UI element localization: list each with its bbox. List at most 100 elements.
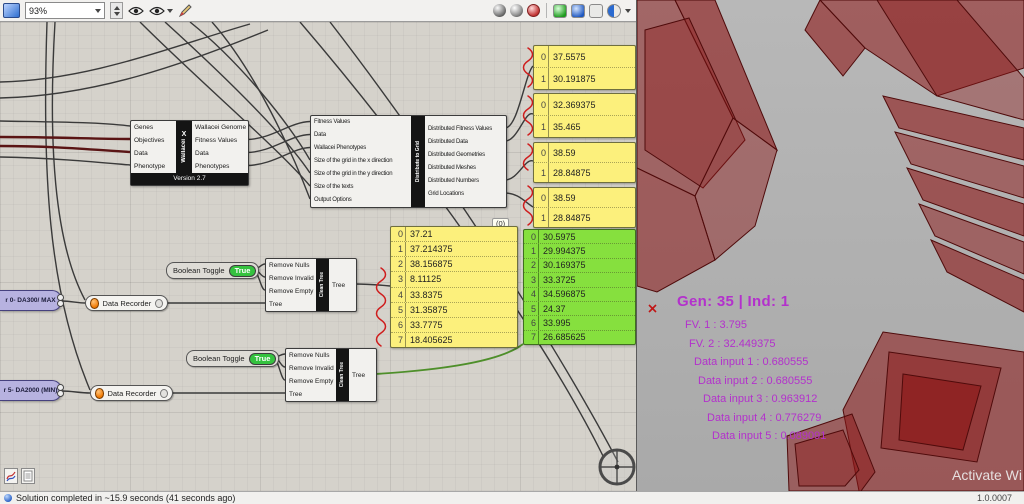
panel-fitness-2[interactable]: 0 32.369375 1 35.465	[533, 93, 636, 138]
clean-tree-title-bar: Clean Tree	[316, 259, 329, 311]
distribute-to-grid-component[interactable]: Fitness Values Data Wallacei Phenotypes Siz…	[310, 115, 507, 208]
boolean-toggle[interactable]: Boolean Toggle True	[166, 262, 260, 279]
sketch-pencil-icon[interactable]	[178, 3, 192, 19]
row-index: 4	[391, 287, 406, 302]
row-value: 33.7775	[410, 319, 443, 330]
row-index: 0	[534, 188, 549, 207]
row-index: 6	[391, 317, 406, 332]
stat-lines: FV. 1 : 3.795 FV. 2 : 32.449375 Data input…	[677, 316, 826, 446]
clean-tree-title: Clean Tree	[339, 362, 345, 388]
compass-widget[interactable]	[596, 446, 637, 488]
row-index: 2	[524, 258, 539, 273]
toggle-value: True	[229, 265, 256, 276]
clean-tree-component[interactable]: Remove Nulls Remove Invalid Remove Empty Tr…	[285, 348, 377, 402]
output-socket[interactable]	[57, 300, 64, 307]
rhino-viewport[interactable]: Gen: 35 | Ind: 1 FV. 1 : 3.795 FV. 2 : 32…	[637, 0, 1024, 491]
row-value: 29.994375	[543, 246, 586, 257]
data-recorder[interactable]: Data Recorder	[90, 385, 173, 401]
row-index: 5	[391, 302, 406, 317]
stat-line: Data input 2 : 0.680555	[698, 374, 813, 387]
record-indicator-icon[interactable]	[90, 297, 100, 309]
panel-row: 2 38.156875	[391, 256, 517, 272]
row-index: 2	[391, 257, 406, 272]
zoom-spinner[interactable]	[110, 2, 123, 19]
output-param: Tree	[352, 371, 366, 379]
preview-off-icon[interactable]	[493, 4, 506, 17]
input-param: Objectives	[134, 137, 165, 144]
panel-row: 7 18.405625	[391, 331, 517, 347]
display-green-icon[interactable]	[553, 3, 567, 18]
chevron-down-icon[interactable]	[625, 8, 631, 13]
row-index: 3	[391, 272, 406, 287]
row-value: 32.369375	[553, 99, 596, 110]
slider-capsule[interactable]: r 5- DA2000 (MIN)	[0, 380, 64, 401]
data-recorder[interactable]: Data Recorder	[85, 295, 168, 311]
clean-tree-component[interactable]: Remove Nulls Remove Invalid Remove Empty Tr…	[265, 258, 357, 312]
panel-fitness-3[interactable]: 0 38.59 1 28.84875	[533, 142, 636, 183]
panel-fitness-1[interactable]: 0 37.5575 1 30.191875	[533, 45, 636, 90]
output-socket[interactable]	[155, 298, 163, 308]
record-indicator-icon[interactable]	[95, 387, 105, 399]
input-param: Data	[314, 132, 326, 138]
spin-down-icon	[113, 11, 120, 16]
input-param: Fitness Values	[314, 119, 351, 125]
slider-capsule[interactable]: r 0- DA300/ MAX	[0, 290, 64, 311]
toolbar-left-group: 93%	[0, 2, 192, 19]
row-value: 38.156875	[410, 259, 453, 270]
output-socket[interactable]	[160, 388, 168, 398]
stat-line: Data input 4 : 0.776279	[707, 411, 822, 424]
output-param: Distributed Numbers	[428, 177, 479, 184]
display-flat-icon[interactable]	[589, 3, 603, 18]
boolean-toggle-switch[interactable]: True	[228, 264, 257, 277]
panel-recorded-data[interactable]: 0 37.21 1 37.214375 2 38.156875 3 8.11125 4 33.83…	[390, 226, 518, 348]
status-message: Solution completed in ~15.9 seconds (41 …	[16, 493, 236, 503]
stat-line: Data input 1 : 0.680555	[694, 356, 809, 368]
row-index: 1	[534, 68, 549, 89]
sketch-tool-icon[interactable]	[4, 468, 18, 484]
panel-row: 7 26.685625	[524, 329, 635, 344]
app-icon[interactable]	[3, 3, 20, 18]
output-socket[interactable]	[57, 390, 64, 397]
compass-icon	[598, 448, 636, 486]
grasshopper-canvas[interactable]: Genes Objectives Data Phenotype X Wallacei …	[0, 22, 637, 491]
input-param: Output Options	[314, 197, 352, 203]
panel-green-data[interactable]: 0 30.5975 1 29.994375 2 30.169375 3 33.3725 4 34.…	[523, 229, 636, 345]
preview-quality-icon[interactable]	[607, 3, 621, 18]
panel-row: 5 24.37	[524, 300, 635, 316]
panel-row: 0 38.59	[534, 188, 635, 207]
panel-row: 1 28.84875	[534, 162, 635, 182]
preview-eye-icon[interactable]	[128, 3, 144, 19]
output-param: Phenotypes	[195, 163, 230, 170]
row-value: 34.596875	[543, 289, 586, 300]
preview-eye-menu-icon[interactable]	[149, 3, 173, 19]
preview-shaded-icon[interactable]	[527, 4, 540, 17]
input-param: Size of the grid in the y direction	[314, 171, 393, 177]
row-index: 5	[524, 301, 539, 316]
input-param: Wallacei Phenotypes	[314, 145, 367, 151]
panel-row: 6 33.995	[524, 315, 635, 330]
stat-line: Data input 3 : 0.963912	[703, 393, 818, 405]
page-icon	[23, 470, 33, 482]
viewport-stats: Gen: 35 | Ind: 1 FV. 1 : 3.795 FV. 2 : 32…	[677, 293, 826, 446]
notes-icon[interactable]	[21, 468, 35, 484]
canvas-corner-tools	[4, 468, 35, 484]
input-param: Remove Empty	[289, 378, 334, 385]
panel-row: 1 28.84875	[534, 207, 635, 227]
distribute-title-bar: Distribute to Grid	[411, 116, 425, 207]
input-param: Data	[134, 150, 148, 157]
panel-fitness-4[interactable]: 0 38.59 1 28.84875	[533, 187, 636, 228]
output-param: Tree	[332, 281, 346, 289]
toolbar-display-group	[493, 3, 637, 18]
boolean-toggle[interactable]: Boolean Toggle True	[186, 350, 280, 367]
zoom-select[interactable]: 93%	[25, 2, 105, 19]
row-index: 1	[524, 244, 539, 258]
row-index: 0	[524, 230, 539, 244]
spin-up-icon	[113, 5, 120, 10]
display-blue-icon[interactable]	[571, 3, 585, 18]
output-param: Fitness Values	[195, 137, 238, 144]
panel-row: 1 29.994375	[524, 243, 635, 258]
wallacei-component[interactable]: Genes Objectives Data Phenotype X Wallacei …	[130, 120, 249, 186]
boolean-toggle-switch[interactable]: True	[248, 352, 277, 365]
preview-wireframe-icon[interactable]	[510, 4, 523, 17]
row-value: 33.3725	[543, 274, 576, 285]
